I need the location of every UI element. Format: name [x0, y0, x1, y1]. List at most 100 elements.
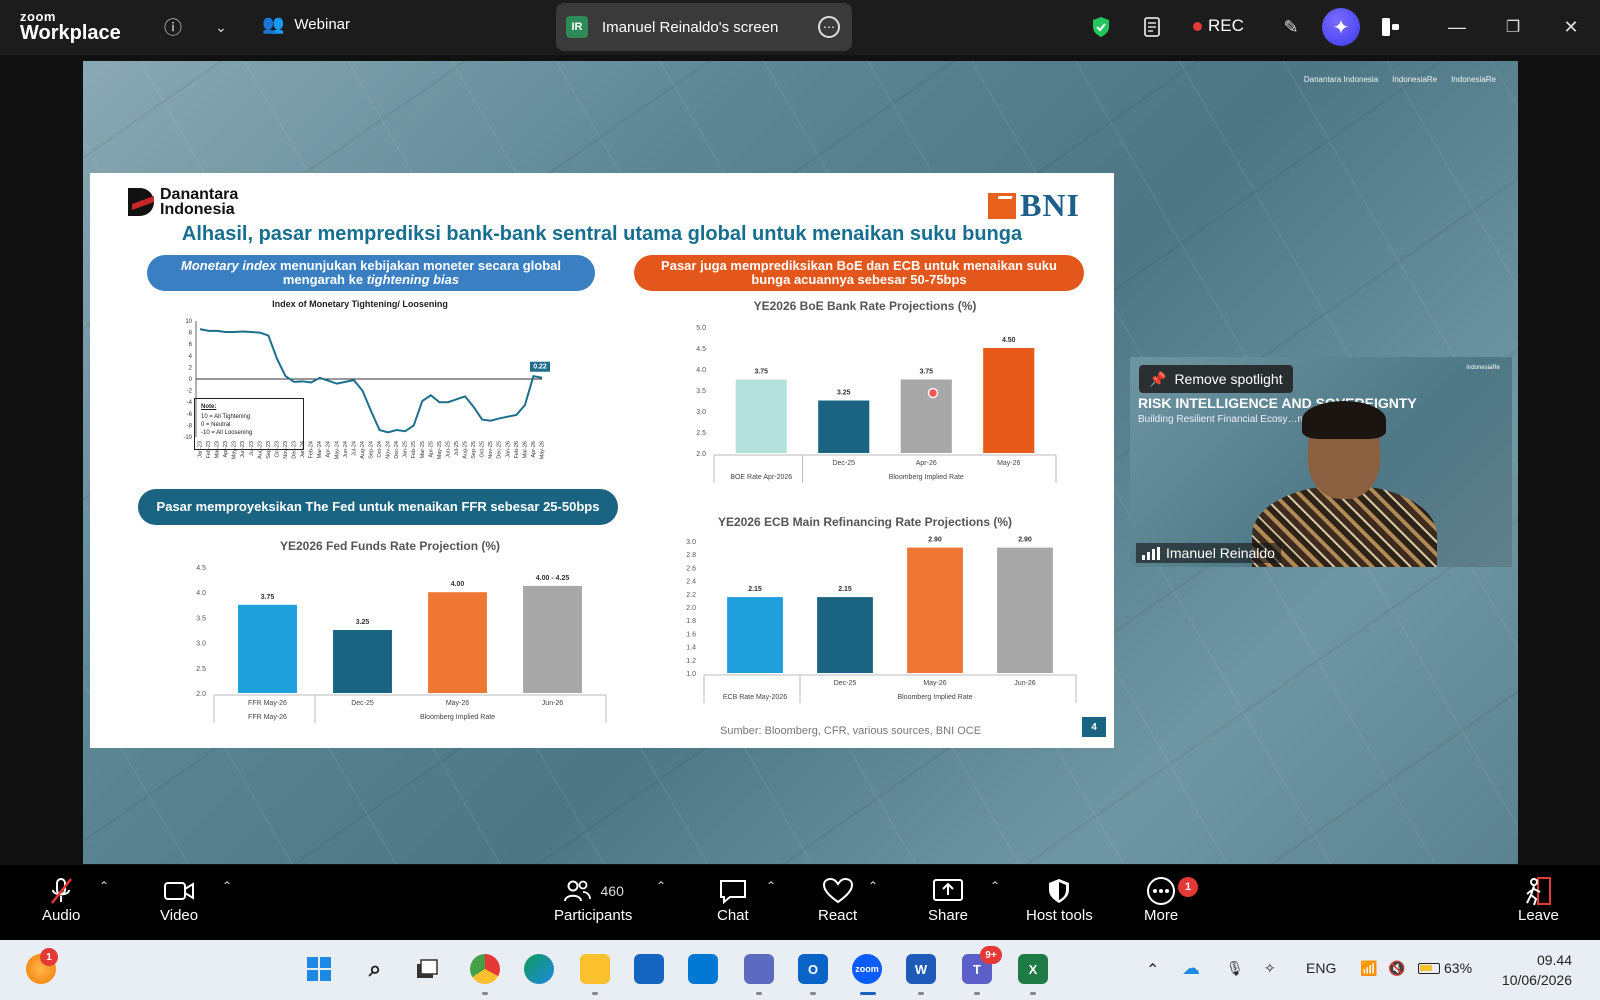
audio-options-caret[interactable]: ⌃ — [99, 879, 109, 893]
x-tick-label: Sep-24 — [368, 441, 374, 459]
zoom-app-icon[interactable]: zoom — [852, 954, 882, 984]
ai-companion-button[interactable]: ✦ — [1322, 8, 1360, 46]
more-options-icon[interactable]: ⋯ — [818, 16, 840, 38]
y-tick-label: 1.0 — [686, 671, 696, 678]
restore-icon[interactable]: ❐ — [1500, 14, 1526, 40]
outlook-new-icon[interactable] — [688, 954, 718, 984]
more-button[interactable]: More — [1144, 875, 1178, 924]
leave-button[interactable]: Leave — [1518, 875, 1559, 924]
store-icon[interactable] — [634, 954, 664, 984]
title-bar: zoom Workplace ⓘ ⌄ 👥 Webinar IR Imanuel … — [0, 0, 1600, 55]
minimize-icon[interactable]: — — [1444, 14, 1470, 40]
bar-value-label: 3.75 — [919, 369, 933, 376]
screen-share-pill[interactable]: IR Imanuel Reinaldo's screen ⋯ — [556, 3, 852, 51]
y-tick-label: 5.0 — [696, 325, 706, 332]
bni-mark-icon — [988, 192, 1017, 219]
bar-value-label: 2.15 — [748, 586, 762, 593]
windows-taskbar: 1 ⌕ O zoom W T 9+ X ⌃ ☁ 🎙 ✧ ENG 📶 🔇 63% … — [0, 940, 1600, 1000]
zoom-active-indicator — [860, 992, 876, 995]
speaker-muted-icon[interactable]: 🔇 — [1388, 960, 1405, 977]
y-tick-label: 3.0 — [196, 641, 206, 648]
edge-icon[interactable] — [524, 954, 554, 984]
ecb-chart: 3.0 2.8 2.6 2.4 2.2 2.0 1.8 1.6 1.4 1.2 1.0 2.15 2.1… — [686, 537, 1077, 703]
bar — [428, 592, 487, 693]
system-clock[interactable]: 09.44 10/06/2026 — [1502, 950, 1572, 990]
y-tick-label: -8 — [187, 423, 193, 429]
recording-indicator[interactable]: REC — [1193, 16, 1244, 36]
ecb-chart-title: YE2026 ECB Main Refinancing Rate Project… — [717, 515, 1013, 529]
y-tick-label: 2.6 — [686, 565, 696, 572]
y-tick-label: 3.0 — [696, 409, 706, 416]
info-icon[interactable]: ⓘ — [160, 14, 186, 40]
battery-icon — [1418, 962, 1440, 974]
y-tick-label: 1.4 — [686, 645, 696, 652]
slide-title: Alhasil, pasar memprediksi bank-bank sen… — [181, 223, 1023, 245]
onedrive-icon[interactable]: ☁ — [1182, 958, 1200, 979]
copilot-tray-icon[interactable]: ✧ — [1264, 960, 1276, 977]
battery-indicator[interactable]: 63% — [1418, 960, 1472, 976]
windows-start-icon[interactable] — [304, 954, 334, 984]
video-options-caret[interactable]: ⌃ — [222, 879, 232, 893]
zoom-logo: zoom Workplace — [20, 9, 121, 44]
audio-button[interactable]: Audio — [42, 875, 80, 924]
leave-icon — [1522, 875, 1554, 907]
task-view-icon[interactable] — [412, 954, 442, 984]
language-indicator[interactable]: ENG — [1306, 960, 1336, 976]
chat-options-caret[interactable]: ⌃ — [766, 879, 776, 893]
react-button[interactable]: React — [818, 875, 857, 924]
speaker-name-tag: Imanuel Reinaldo — [1136, 543, 1281, 563]
bar-value-label: 3.75 — [754, 369, 768, 376]
y-tick-label: 1.2 — [686, 658, 696, 665]
y-tick-label: 2.0 — [686, 605, 696, 612]
search-icon[interactable]: ⌕ — [360, 954, 390, 984]
participants-options-caret[interactable]: ⌃ — [656, 879, 666, 893]
close-icon[interactable]: ✕ — [1558, 14, 1584, 40]
bar — [523, 585, 582, 693]
x-tick-label: Jun-26 — [542, 700, 564, 707]
speaker-hair — [1302, 401, 1386, 439]
shield-icon[interactable] — [1088, 14, 1114, 40]
speaker-video-tile[interactable]: IndonesiaRe RISK INTELLIGENCE AND SOVERE… — [1130, 357, 1512, 567]
pencil-icon[interactable]: ✎ — [1278, 14, 1304, 40]
excel-icon[interactable]: X — [1018, 954, 1048, 984]
bar — [818, 400, 870, 453]
bar-value-label: 4.00 — [451, 581, 465, 588]
apps-icon[interactable] — [1378, 14, 1404, 40]
remove-spotlight-button[interactable]: 📌 Remove spotlight — [1139, 365, 1293, 393]
y-tick-label: 1.8 — [686, 618, 696, 625]
calendar-app-icon[interactable] — [744, 954, 774, 984]
outlook-icon[interactable]: O — [798, 954, 828, 984]
share-options-caret[interactable]: ⌃ — [990, 879, 1000, 893]
x-tick-label: Jun-26 — [1014, 680, 1036, 687]
x-tick-label: May-25 — [437, 441, 443, 459]
y-tick-label: -2 — [187, 389, 193, 395]
webinar-indicator[interactable]: 👥 Webinar — [262, 14, 350, 35]
share-button[interactable]: Share — [928, 875, 968, 924]
react-options-caret[interactable]: ⌃ — [868, 879, 878, 893]
x-tick-label: Oct-25 — [480, 441, 486, 458]
x-tick-label: Nov-24 — [386, 441, 392, 459]
x-tick-label: Aug-24 — [360, 441, 366, 459]
y-tick-label: 4.5 — [196, 565, 206, 572]
video-button[interactable]: Video — [160, 875, 198, 924]
word-icon[interactable]: W — [906, 954, 936, 984]
host-tools-button[interactable]: Host tools — [1026, 875, 1093, 924]
chrome-icon[interactable] — [470, 954, 500, 984]
notes-icon[interactable] — [1140, 14, 1166, 40]
x-tick-label: Dec-25 — [351, 700, 374, 707]
bar-value-label: 2.90 — [928, 537, 942, 544]
x-tick-label: Jul-25 — [454, 441, 460, 456]
bar-value-label: 4.50 — [1002, 337, 1016, 344]
microphone-tray-icon[interactable]: 🎙 — [1226, 960, 1244, 977]
tray-overflow-icon[interactable]: ⌃ — [1146, 960, 1159, 980]
y-tick-label: 1.6 — [686, 631, 696, 638]
presentation-slide: Danantara Indonesia BNI Alhasil, pasar m… — [90, 173, 1114, 748]
chat-button[interactable]: Chat — [717, 875, 749, 924]
x-tick-label: Jun-24 — [343, 441, 349, 458]
file-explorer-icon[interactable] — [580, 954, 610, 984]
participants-button[interactable]: 460 Participants — [554, 875, 632, 924]
x-tick-label: Jan-25 — [403, 441, 409, 458]
chevron-down-icon[interactable]: ⌄ — [208, 14, 234, 40]
wifi-icon[interactable]: 📶 — [1360, 960, 1377, 977]
pin-icon: 📌 — [1149, 370, 1167, 387]
